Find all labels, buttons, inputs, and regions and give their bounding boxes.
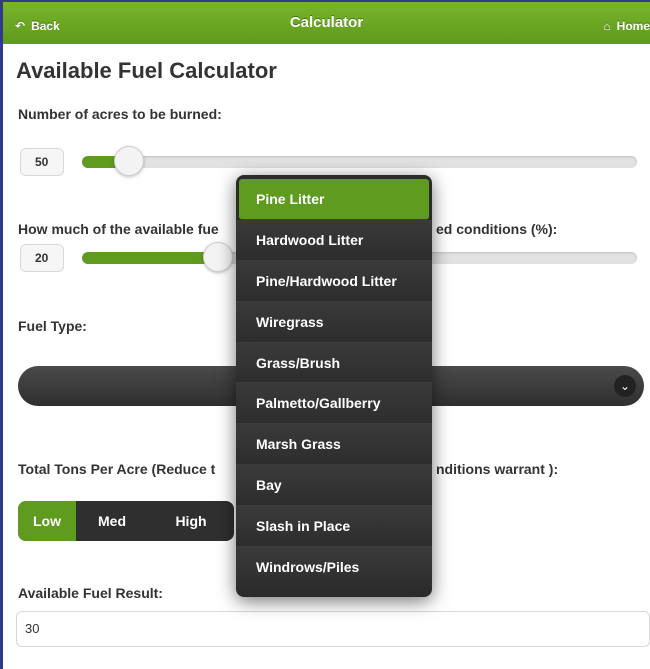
fuel-option[interactable]: Windrows/Piles — [236, 547, 432, 588]
fuel-option[interactable]: Hardwood Litter — [236, 219, 432, 261]
acres-label: Number of acres to be burned: — [18, 106, 222, 122]
result-label: Available Fuel Result: — [18, 585, 163, 601]
fuel-option[interactable]: Pine/Hardwood Litter — [236, 260, 432, 302]
tons-low-button[interactable]: Low — [18, 501, 76, 541]
fuel-option[interactable]: Grass/Brush — [236, 342, 432, 384]
tons-label-left: Total Tons Per Acre (Reduce t — [18, 461, 216, 477]
fuel-type-dropdown: Pine Litter Hardwood Litter Pine/Hardwoo… — [236, 175, 432, 597]
page-title: Available Fuel Calculator — [16, 58, 277, 83]
tons-label-right: nditions warrant ): — [436, 461, 559, 477]
fuel-option[interactable]: Slash in Place — [236, 506, 432, 548]
fuel-option[interactable]: Pine Litter — [239, 179, 429, 220]
percent-input[interactable]: 20 — [20, 244, 64, 272]
fuel-option[interactable]: Palmetto/Gallberry — [236, 383, 432, 425]
header-bar: ↶ Back Calculator ⌂ Home — [3, 0, 650, 44]
home-button[interactable]: ⌂ Home — [603, 19, 650, 33]
home-icon: ⌂ — [603, 19, 611, 33]
percent-label-left: How much of the available fue — [18, 221, 219, 237]
fuel-option[interactable]: Wiregrass — [236, 301, 432, 343]
acres-slider[interactable] — [82, 146, 637, 176]
tons-high-button[interactable]: High — [148, 501, 234, 541]
home-label: Home — [616, 19, 650, 33]
chevron-down-icon: ⌄ — [614, 375, 636, 397]
percent-slider-handle[interactable] — [203, 242, 233, 272]
tons-segmented-control: Low Med High — [18, 501, 234, 541]
acres-slider-handle[interactable] — [114, 146, 144, 176]
fuel-type-label: Fuel Type: — [18, 318, 87, 334]
header-title: Calculator — [289, 14, 364, 31]
percent-slider-fill — [82, 252, 209, 264]
percent-label-right: ed conditions (%): — [436, 221, 558, 237]
fuel-option[interactable]: Marsh Grass — [236, 424, 432, 466]
acres-input[interactable]: 50 — [20, 148, 64, 176]
fuel-option[interactable]: Bay — [236, 465, 432, 507]
result-field[interactable]: 30 — [16, 611, 650, 647]
tons-med-button[interactable]: Med — [76, 501, 148, 541]
